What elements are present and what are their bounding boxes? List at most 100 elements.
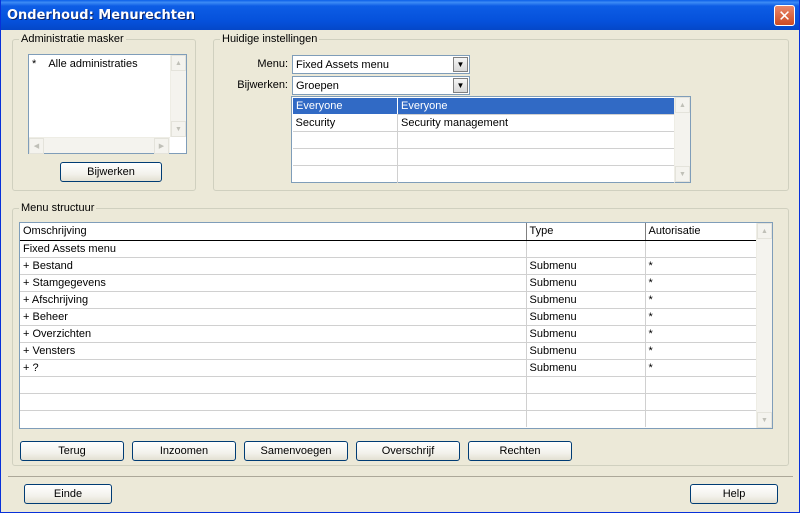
empty-cell xyxy=(645,410,757,427)
chevron-down-icon[interactable]: ▼ xyxy=(453,57,468,72)
admin-mask-item-code: * xyxy=(32,58,37,70)
row-authorization: * xyxy=(645,308,757,326)
row-authorization: * xyxy=(645,342,757,360)
zoom-button-label: Inzoomen xyxy=(159,445,209,457)
row-type: Submenu xyxy=(526,274,646,292)
update-label: Bijwerken: xyxy=(237,79,288,91)
row-description: + Stamgegevens xyxy=(20,274,527,292)
admin-mask-update-label: Bijwerken xyxy=(87,166,135,178)
scroll-up-icon[interactable]: ▲ xyxy=(757,223,772,239)
empty-cell xyxy=(526,393,646,411)
groups-table: Everyone Everyone Security Security mana… xyxy=(292,97,675,183)
menu-select[interactable]: Fixed Assets menu ▼ xyxy=(292,55,470,74)
empty-row xyxy=(20,376,757,394)
chevron-down-icon[interactable]: ▼ xyxy=(453,78,468,93)
row-type: Submenu xyxy=(526,325,646,343)
admin-mask-list[interactable]: * Alle administraties ▲ ▼ ◀ ▶ xyxy=(28,54,187,154)
groups-vscrollbar[interactable]: ▲ ▼ xyxy=(674,97,690,182)
groups-list[interactable]: Everyone Everyone Security Security mana… xyxy=(291,96,691,183)
empty-cell xyxy=(20,376,527,394)
admin-mask-hscrollbar[interactable]: ◀ ▶ xyxy=(29,137,170,154)
overwrite-button[interactable]: Overschrijf xyxy=(356,441,460,461)
close-window-button[interactable]: ✕ xyxy=(774,5,795,26)
empty-cell xyxy=(397,131,675,149)
row-type: Submenu xyxy=(526,308,646,326)
column-header-authorization[interactable]: Autorisatie xyxy=(645,223,757,241)
row-authorization: * xyxy=(645,274,757,292)
table-row[interactable]: + Bestand Submenu * xyxy=(20,257,757,275)
column-header-description[interactable]: Omschrijving xyxy=(20,223,527,241)
empty-row xyxy=(20,393,757,411)
table-row[interactable]: Everyone Everyone xyxy=(292,97,675,115)
current-settings-legend: Huidige instellingen xyxy=(222,33,318,45)
row-description: + Vensters xyxy=(20,342,527,360)
menu-structure-list[interactable]: Omschrijving Type Autorisatie Fixed Asse… xyxy=(19,222,773,429)
update-select-value: Groepen xyxy=(296,79,339,92)
row-type xyxy=(526,240,646,258)
empty-cell xyxy=(292,165,398,183)
row-description: + Afschrijving xyxy=(20,291,527,309)
admin-mask-update-button[interactable]: Bijwerken xyxy=(60,162,162,182)
table-row[interactable]: + ? Submenu * xyxy=(20,359,757,377)
table-row[interactable]: + Overzichten Submenu * xyxy=(20,325,757,343)
scroll-down-icon[interactable]: ▼ xyxy=(171,121,186,137)
table-row[interactable]: Fixed Assets menu xyxy=(20,240,757,258)
merge-button[interactable]: Samenvoegen xyxy=(244,441,348,461)
table-row[interactable]: + Afschrijving Submenu * xyxy=(20,291,757,309)
window-title: Onderhoud: Menurechten xyxy=(7,7,196,23)
menu-structure-legend: Menu structuur xyxy=(21,202,95,214)
admin-mask-item[interactable]: * Alle administraties xyxy=(32,58,138,70)
empty-cell xyxy=(292,148,398,166)
scroll-down-icon[interactable]: ▼ xyxy=(757,412,772,428)
help-button-label: Help xyxy=(722,488,746,500)
empty-cell xyxy=(292,131,398,149)
admin-mask-legend: Administratie masker xyxy=(21,33,124,45)
table-header-row: Omschrijving Type Autorisatie xyxy=(20,223,757,241)
scroll-left-icon[interactable]: ◀ xyxy=(29,138,44,154)
overwrite-button-label: Overschrijf xyxy=(381,445,435,457)
help-button[interactable]: Help xyxy=(690,484,778,504)
menu-structure-vscrollbar[interactable]: ▲ ▼ xyxy=(756,223,772,428)
close-icon: ✕ xyxy=(778,6,791,25)
scroll-right-icon[interactable]: ▶ xyxy=(154,138,169,154)
row-type: Submenu xyxy=(526,359,646,377)
title-bar: Onderhoud: Menurechten ✕ xyxy=(1,0,799,30)
rights-button-label: Rechten xyxy=(499,445,541,457)
group-name: Security xyxy=(292,114,398,132)
back-button-label: Terug xyxy=(58,445,86,457)
empty-cell xyxy=(20,410,527,427)
column-header-type[interactable]: Type xyxy=(526,223,646,241)
row-authorization: * xyxy=(645,359,757,377)
empty-row xyxy=(292,131,675,149)
row-description: + ? xyxy=(20,359,527,377)
admin-mask-item-label: Alle administraties xyxy=(48,58,138,70)
merge-button-label: Samenvoegen xyxy=(260,445,332,457)
row-authorization xyxy=(645,240,757,258)
empty-cell xyxy=(645,376,757,394)
menu-label: Menu: xyxy=(257,58,288,70)
row-authorization: * xyxy=(645,257,757,275)
table-row[interactable]: + Stamgegevens Submenu * xyxy=(20,274,757,292)
row-authorization: * xyxy=(645,291,757,309)
rights-button[interactable]: Rechten xyxy=(468,441,572,461)
empty-row xyxy=(292,165,675,183)
empty-cell xyxy=(526,410,646,427)
back-button[interactable]: Terug xyxy=(20,441,124,461)
table-row[interactable]: + Beheer Submenu * xyxy=(20,308,757,326)
menu-select-value: Fixed Assets menu xyxy=(296,58,389,71)
close-button[interactable]: Einde xyxy=(24,484,112,504)
empty-cell xyxy=(20,393,527,411)
admin-mask-vscrollbar[interactable]: ▲ ▼ xyxy=(170,55,186,137)
scroll-up-icon[interactable]: ▲ xyxy=(171,55,186,71)
table-row[interactable]: + Vensters Submenu * xyxy=(20,342,757,360)
row-description: + Beheer xyxy=(20,308,527,326)
empty-cell xyxy=(397,165,675,183)
zoom-button[interactable]: Inzoomen xyxy=(132,441,236,461)
row-description: + Overzichten xyxy=(20,325,527,343)
update-select[interactable]: Groepen ▼ xyxy=(292,76,470,95)
scroll-down-icon[interactable]: ▼ xyxy=(675,166,690,182)
scroll-up-icon[interactable]: ▲ xyxy=(675,97,690,113)
row-authorization: * xyxy=(645,325,757,343)
empty-cell xyxy=(526,376,646,394)
table-row[interactable]: Security Security management xyxy=(292,114,675,132)
